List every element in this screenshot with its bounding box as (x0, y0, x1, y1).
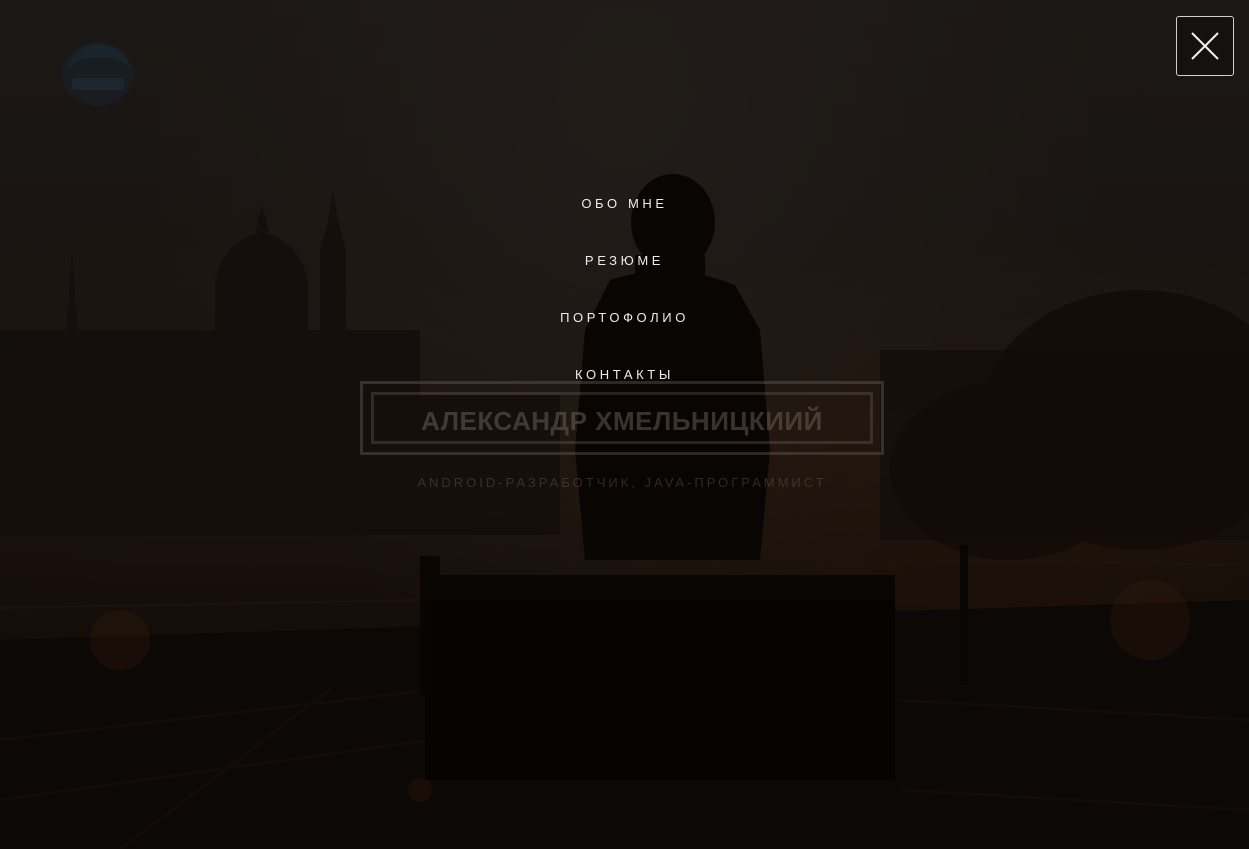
menu-item-resume[interactable]: РЕЗЮМЕ (0, 253, 1249, 269)
close-menu-button[interactable] (1176, 16, 1234, 76)
hero-subtitle: ANDROID-РАЗРАБОТЧИК, JAVA-ПРОГРАММИСТ (417, 475, 827, 490)
logo-icon[interactable] (60, 38, 136, 108)
menu-item-about[interactable]: ОБО МНЕ (0, 196, 1249, 212)
close-icon (1191, 32, 1219, 60)
menu-item-portfolio[interactable]: ПОРТОФОЛИО (0, 310, 1249, 326)
hero-title: АЛЕКСАНДР ХМЕЛЬНИЦКИИЙ (421, 406, 823, 436)
menu-item-contacts[interactable]: КОНТАКТЫ (0, 367, 1249, 383)
hero-title-frame: АЛЕКСАНДР ХМЕЛЬНИЦКИИЙ (360, 381, 884, 455)
